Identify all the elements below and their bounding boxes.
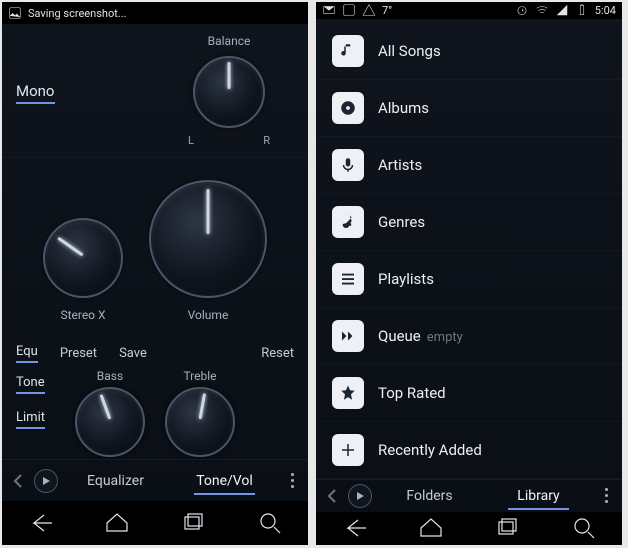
- chevron-left-icon[interactable]: [322, 488, 342, 504]
- reset-button[interactable]: Reset: [261, 346, 294, 361]
- list-item[interactable]: All Songs: [316, 23, 622, 80]
- warning-icon: [362, 3, 376, 17]
- list-item-label: Playlists: [378, 270, 434, 288]
- status-time: 5:04: [595, 4, 616, 17]
- phone-right: 7° 5:04 All Songs Albums Artists Genres Play…: [316, 2, 622, 545]
- play-round-icon[interactable]: [34, 469, 58, 493]
- home-icon[interactable]: [103, 509, 131, 537]
- list-item[interactable]: Playlists: [316, 251, 622, 308]
- star-icon: [332, 377, 364, 409]
- chevron-left-icon[interactable]: [8, 473, 28, 489]
- list-item[interactable]: Albums: [316, 80, 622, 137]
- recent-icon[interactable]: [179, 509, 207, 537]
- balance-left-label: L: [188, 134, 194, 147]
- list-item[interactable]: Recently Added: [316, 422, 622, 479]
- disc-icon: [332, 92, 364, 124]
- home-icon[interactable]: [417, 514, 445, 542]
- list-item-sublabel: empty: [427, 330, 463, 345]
- eq-buttons-row: Equ Preset Save Reset: [2, 336, 308, 363]
- mono-button[interactable]: Mono: [16, 82, 55, 104]
- tone-vol-panel: Mono Balance L R Stereo X Volume: [2, 24, 308, 459]
- volume-knob[interactable]: [149, 180, 267, 298]
- list-item[interactable]: Artists: [316, 137, 622, 194]
- volume-label: Volume: [188, 308, 229, 322]
- list-item[interactable]: Top Rated: [316, 365, 622, 422]
- signal-icon: [555, 3, 569, 17]
- alarm-icon: [515, 3, 529, 17]
- balance-right-label: R: [263, 134, 270, 147]
- back-icon[interactable]: [26, 509, 54, 537]
- preset-button[interactable]: Preset: [60, 346, 97, 361]
- overflow-menu-icon[interactable]: [282, 473, 302, 488]
- search-icon[interactable]: [570, 514, 598, 542]
- tab-equalizer[interactable]: Equalizer: [64, 465, 167, 497]
- tab-tone-vol[interactable]: Tone/Vol: [173, 465, 276, 497]
- plus-icon: [332, 434, 364, 466]
- volume-section: Stereo X Volume: [2, 158, 308, 336]
- image-icon: [342, 3, 356, 17]
- play-round-icon[interactable]: [348, 484, 372, 508]
- status-temp: 7°: [382, 4, 392, 17]
- bottom-tabbar: Folders Library: [316, 479, 622, 512]
- balance-section: Mono Balance L R: [2, 24, 308, 158]
- treble-knob[interactable]: [165, 387, 235, 457]
- balance-knob[interactable]: [193, 56, 265, 128]
- back-icon[interactable]: [340, 514, 368, 542]
- image-icon: [8, 6, 22, 20]
- overflow-menu-icon[interactable]: [596, 488, 616, 503]
- list-item-label: Recently Added: [378, 441, 482, 459]
- list-item-label: All Songs: [378, 42, 441, 60]
- guitar-icon: [332, 206, 364, 238]
- queue-icon: [332, 320, 364, 352]
- recent-icon[interactable]: [493, 514, 521, 542]
- list-item[interactable]: Genres: [316, 194, 622, 251]
- stereo-x-label: Stereo X: [60, 308, 105, 322]
- save-button[interactable]: Save: [119, 346, 147, 361]
- equ-button[interactable]: Equ: [16, 344, 38, 363]
- tab-library[interactable]: Library: [487, 480, 590, 512]
- list-item-label: Top Rated: [378, 384, 446, 402]
- treble-label: Treble: [183, 369, 216, 383]
- nav-bar: [316, 512, 622, 545]
- note-icon: [332, 35, 364, 67]
- mic-icon: [332, 149, 364, 181]
- balance-label: Balance: [208, 34, 251, 48]
- phone-left: Saving screenshot... Mono Balance L R St…: [2, 2, 308, 545]
- nav-bar: [2, 501, 308, 545]
- list-item-label: Artists: [378, 156, 422, 174]
- tab-folders[interactable]: Folders: [378, 480, 481, 512]
- bass-label: Bass: [97, 369, 123, 383]
- bass-knob[interactable]: [75, 387, 145, 457]
- bass-treble-section: Tone Limit Bass Treble: [2, 363, 308, 459]
- list-item[interactable]: Queueempty: [316, 308, 622, 365]
- list-icon: [332, 263, 364, 295]
- tone-button[interactable]: Tone: [16, 375, 45, 394]
- status-bar: 7° 5:04: [316, 2, 622, 19]
- wifi-icon: [535, 3, 549, 17]
- bottom-tabbar: Equalizer Tone/Vol: [2, 459, 308, 501]
- stereo-x-knob[interactable]: [43, 218, 123, 298]
- status-bar: Saving screenshot...: [2, 2, 308, 24]
- mail-icon: [322, 3, 336, 17]
- search-icon[interactable]: [256, 509, 284, 537]
- library-list: All Songs Albums Artists Genres Playlists Que…: [316, 19, 622, 479]
- battery-icon: [575, 3, 589, 17]
- status-activity: Saving screenshot...: [28, 7, 127, 20]
- limit-button[interactable]: Limit: [16, 410, 45, 429]
- list-item-label: Genres: [378, 213, 425, 231]
- list-item-label: Queueempty: [378, 327, 463, 345]
- list-item-label: Albums: [378, 99, 429, 117]
